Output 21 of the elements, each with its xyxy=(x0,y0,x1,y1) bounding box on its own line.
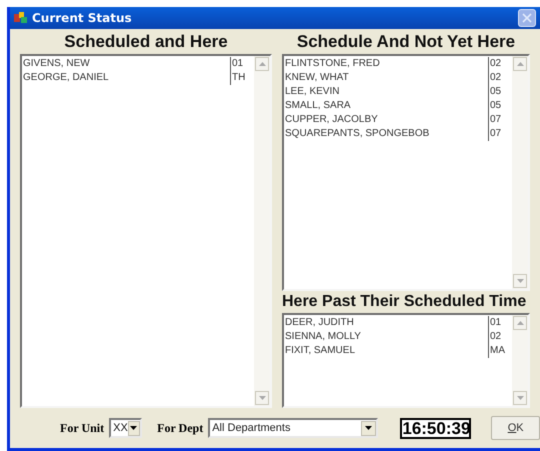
name-cell-text: KNEW, WHAT xyxy=(284,71,350,85)
field-label: For Dept xyxy=(157,420,204,437)
name-cell-text: GEORGE, DANIEL xyxy=(22,71,110,85)
field-label: For Unit xyxy=(60,420,104,437)
name-cell-text: DEER, JUDITH xyxy=(284,316,355,330)
name-cell-text: SMALL, SARA xyxy=(284,99,352,113)
name-cell-text: CUPPER, JACOLBY xyxy=(284,113,379,127)
name-cell-text: GIVENS, NEW xyxy=(22,57,91,71)
name-cell-text: FLINTSTONE, FRED xyxy=(284,57,381,71)
section-heading: Scheduled and Here xyxy=(63,31,229,53)
ok-button[interactable]: OK xyxy=(491,416,540,440)
name-cell-text: LEE, KEVIN xyxy=(284,85,340,99)
section-heading: Here Past Their Scheduled Time xyxy=(282,292,528,312)
section-heading: Schedule And Not Yet Here xyxy=(296,31,516,53)
clock-display: 16:50:39 xyxy=(400,418,472,438)
department-dropdown[interactable]: All Departments xyxy=(208,418,378,438)
name-cell-text: FIXIT, SAMUEL xyxy=(284,344,356,358)
unit-dropdown[interactable]: XX xyxy=(109,418,142,438)
window-title: Current Status xyxy=(32,10,132,27)
name-cell-text: SIENNA, MOLLY xyxy=(284,330,362,344)
name-cell-text: SQUAREPANTS, SPONGEBOB xyxy=(284,127,430,141)
